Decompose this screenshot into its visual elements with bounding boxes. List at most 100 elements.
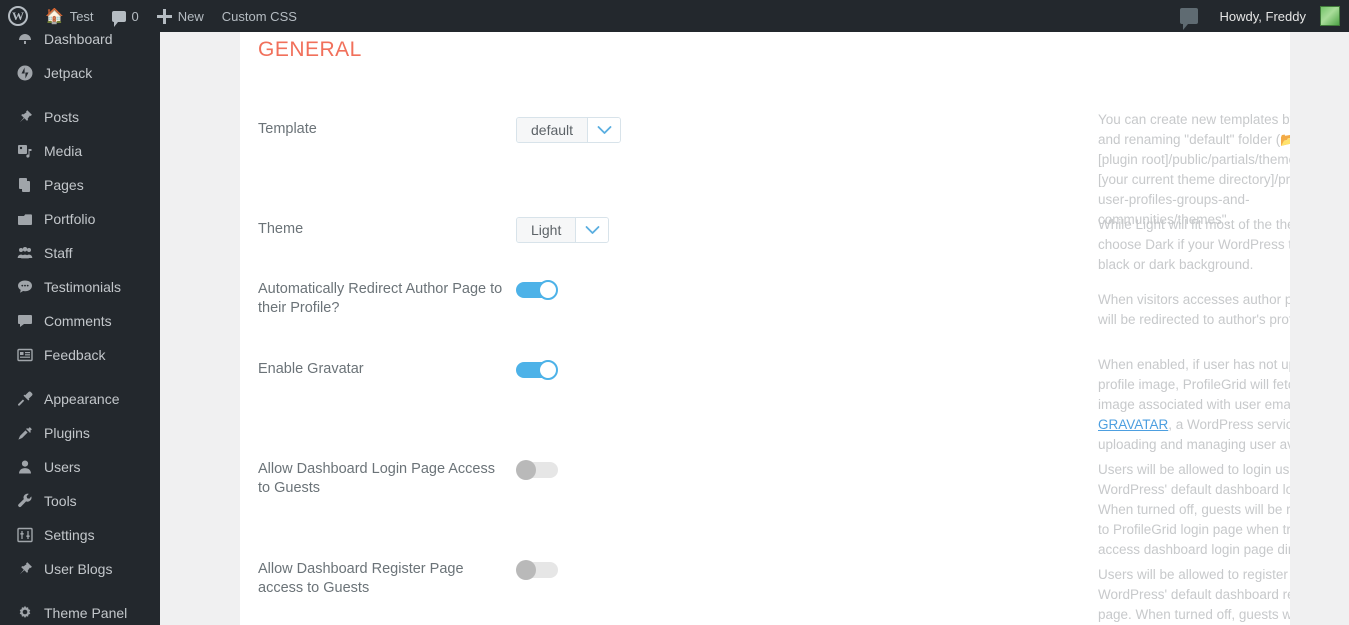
sidebar-item-settings[interactable]: Settings <box>0 518 160 552</box>
plus-icon <box>156 8 172 24</box>
comments-menu[interactable]: 0 <box>103 0 148 32</box>
field-label: Enable Gravatar <box>258 361 364 377</box>
gravatar-link[interactable]: GRAVATAR <box>1098 417 1168 432</box>
template-select[interactable]: default <box>516 117 622 143</box>
sidebar-item-label: Tools <box>44 493 77 509</box>
toggle-switch[interactable] <box>516 460 558 480</box>
toggle-knob <box>538 360 558 380</box>
toggle-switch[interactable] <box>516 360 558 380</box>
sidebar-item-label: User Blogs <box>44 561 113 577</box>
appearance-brush-icon <box>12 391 38 407</box>
notifications-menu[interactable] <box>1171 0 1211 32</box>
sidebar-item-testimonials[interactable]: Testimonials <box>0 270 160 304</box>
portfolio-icon <box>12 211 38 227</box>
settings-sliders-icon <box>12 527 38 543</box>
custom-css-menu[interactable]: Custom CSS <box>213 0 306 32</box>
pages-icon <box>12 177 38 193</box>
dashboard-icon <box>12 31 38 47</box>
sidebar-item-appearance[interactable]: Appearance <box>0 382 160 416</box>
sidebar-item-user-blogs[interactable]: User Blogs <box>0 552 160 586</box>
sidebar-item-label: Dashboard <box>44 31 113 47</box>
help-text-part: You can create new templates by copying … <box>1098 112 1290 147</box>
custom-css-label: Custom CSS <box>221 8 297 24</box>
sidebar-item-media[interactable]: Media <box>0 134 160 168</box>
field-label: Automatically Redirect Author Page to th… <box>258 281 503 316</box>
sidebar-item-label: Appearance <box>44 391 120 407</box>
field-control: default <box>516 117 622 143</box>
sidebar-item-jetpack[interactable]: Jetpack <box>0 56 160 90</box>
sidebar-item-theme-panel[interactable]: Theme Panel <box>0 596 160 625</box>
comments-count: 0 <box>131 8 139 24</box>
settings-content-panel: GENERAL Template default Theme Light Automat… <box>240 32 1290 625</box>
sidebar-item-plugins[interactable]: Plugins <box>0 416 160 450</box>
home-icon: 🏠 <box>45 7 64 25</box>
help-text: While Light will fit most of the themes,… <box>1098 217 1290 272</box>
help-text: Users will be allowed to register using … <box>1098 567 1290 622</box>
new-label: New <box>177 8 204 24</box>
sidebar-item-label: Media <box>44 143 83 159</box>
sidebar-item-users[interactable]: Users <box>0 450 160 484</box>
sidebar-item-label: Pages <box>44 177 84 193</box>
media-icon <box>12 143 38 159</box>
sidebar-item-label: Jetpack <box>44 65 93 81</box>
theme-select[interactable]: Light <box>516 217 610 243</box>
help-text-part: When enabled, if user has not uploaded a… <box>1098 357 1290 412</box>
field-control <box>516 280 558 305</box>
my-account-menu[interactable]: Howdy, Freddy <box>1211 0 1349 32</box>
sidebar-separator <box>0 372 160 382</box>
sidebar-item-comments[interactable]: Comments <box>0 304 160 338</box>
sidebar-item-tools[interactable]: Tools <box>0 484 160 518</box>
toggle-switch[interactable] <box>516 280 558 300</box>
toggle-knob <box>516 460 536 480</box>
sidebar-separator <box>0 586 160 596</box>
help-text: When enabled, if user has not uploaded a… <box>1098 355 1290 455</box>
admin-bar-right: Howdy, Freddy <box>1171 0 1349 32</box>
staff-icon <box>12 245 38 261</box>
field-label: Theme <box>258 221 304 237</box>
sidebar-item-feedback[interactable]: Feedback <box>0 338 160 372</box>
page-title: GENERAL <box>258 38 362 61</box>
toggle-knob <box>538 280 558 300</box>
sidebar-separator <box>0 90 160 100</box>
avatar <box>1320 6 1340 26</box>
help-text: Users will be allowed to login using Wor… <box>1098 462 1290 557</box>
users-icon <box>12 459 38 475</box>
sidebar-item-label: Staff <box>44 245 73 261</box>
wp-logo-menu[interactable] <box>0 0 36 32</box>
help-text: You can create new templates by copying … <box>1098 110 1290 230</box>
sidebar-item-label: Feedback <box>44 347 106 363</box>
sidebar-item-label: Testimonials <box>44 279 122 295</box>
sidebar-item-label: Comments <box>44 313 112 329</box>
sidebar-item-staff[interactable]: Staff <box>0 236 160 270</box>
testimonials-icon <box>12 279 38 295</box>
site-name-menu[interactable]: 🏠 Test <box>36 0 103 32</box>
sidebar-item-label: Posts <box>44 109 80 125</box>
feedback-icon <box>12 347 38 363</box>
sidebar-item-posts[interactable]: Posts <box>0 100 160 134</box>
folder-icon: 📂 <box>1280 132 1290 147</box>
admin-bar: 🏠 Test 0 New Custom CSS Howdy, Freddy <box>0 0 1349 32</box>
notification-bubble-icon <box>1179 8 1198 30</box>
sidebar-item-label: Theme Panel <box>44 605 128 621</box>
field-label: Template <box>258 121 317 137</box>
wp-body: GENERAL Template default Theme Light Automat… <box>160 32 1349 625</box>
toggle-switch[interactable] <box>516 560 558 580</box>
comment-bubble-icon <box>111 10 126 27</box>
sidebar-item-portfolio[interactable]: Portfolio <box>0 202 160 236</box>
chevron-down-icon[interactable] <box>588 118 621 142</box>
admin-sidebar-menu: Dashboard Jetpack Posts Media Pages Portfolio… <box>0 0 160 625</box>
sidebar-item-pages[interactable]: Pages <box>0 168 160 202</box>
field-control <box>516 360 558 385</box>
chevron-down-icon[interactable] <box>576 218 609 242</box>
plugins-icon <box>12 425 38 441</box>
select-value: default <box>517 118 589 142</box>
new-content-menu[interactable]: New <box>148 0 213 32</box>
wordpress-logo-icon <box>8 6 28 26</box>
sidebar-item-label: Settings <box>44 527 95 543</box>
pin-icon <box>12 561 38 577</box>
gear-icon <box>12 605 38 621</box>
comment-bubble-icon <box>12 313 38 329</box>
field-control <box>516 560 558 585</box>
field-control <box>516 460 558 485</box>
select-value: Light <box>517 218 577 242</box>
